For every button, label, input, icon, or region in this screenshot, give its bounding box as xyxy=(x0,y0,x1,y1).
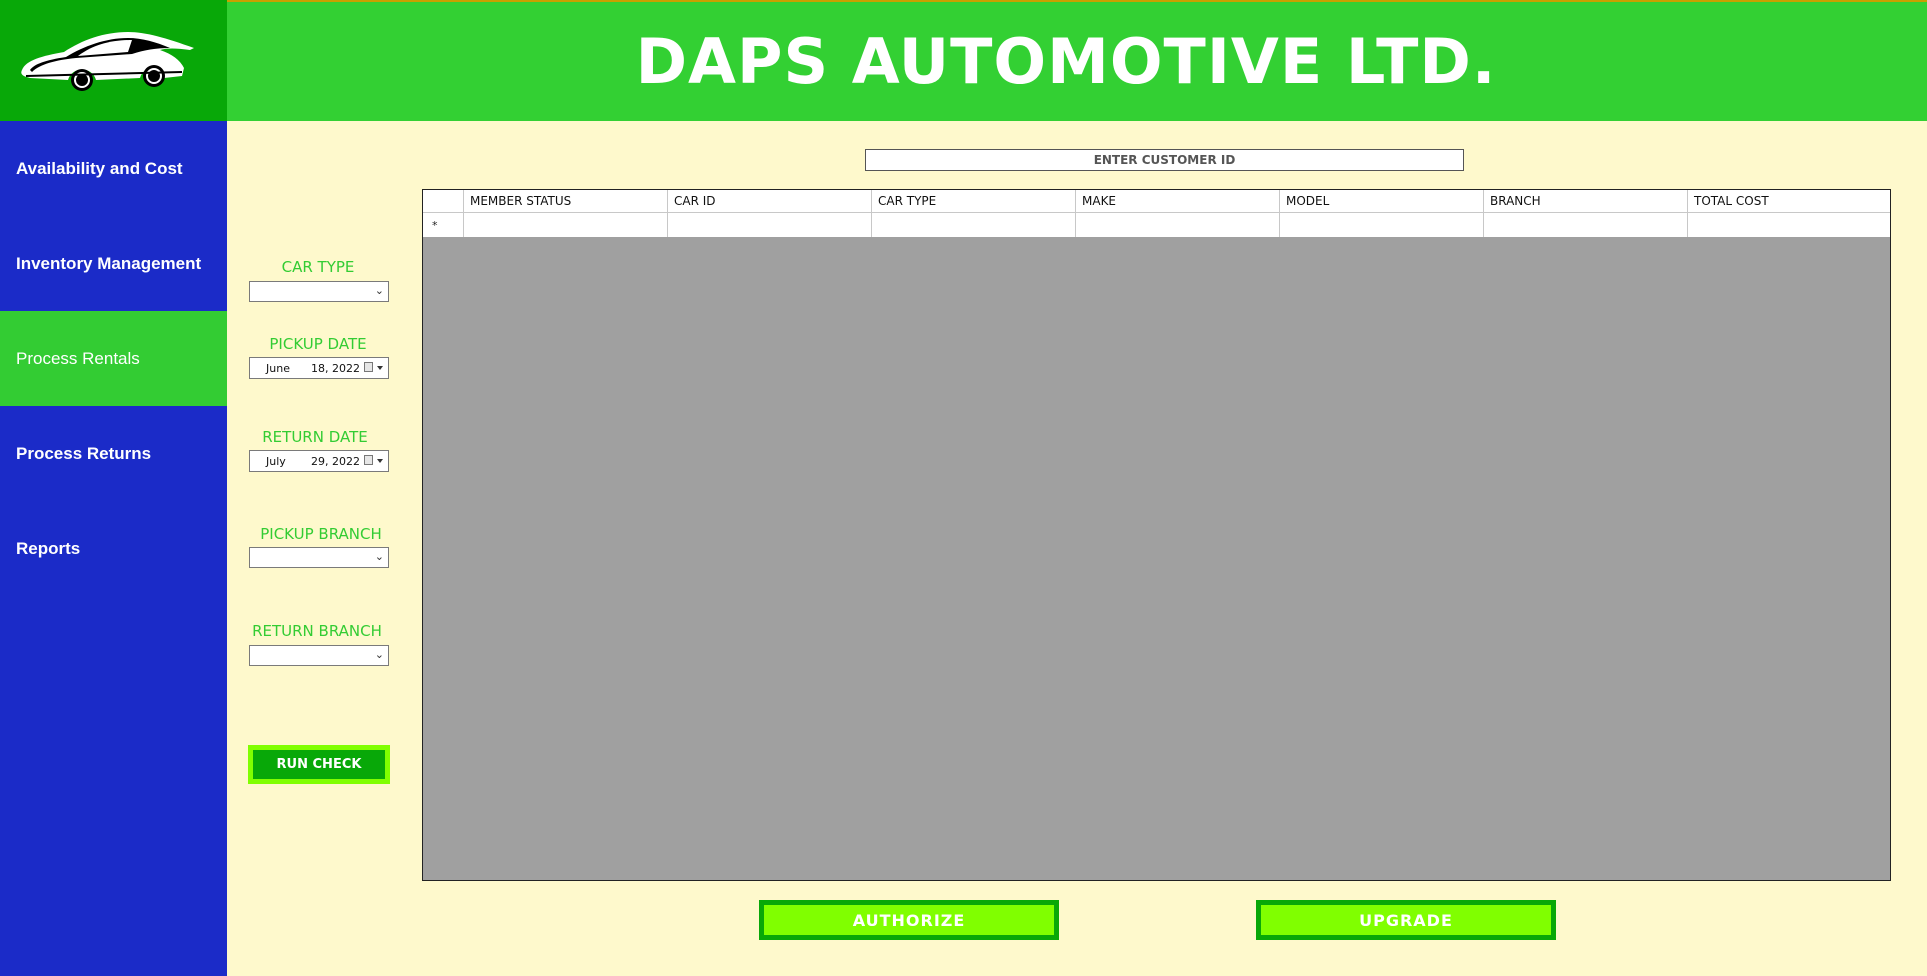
car-type-select[interactable]: ⌄ xyxy=(249,281,389,302)
sidebar-item-reports[interactable]: Reports xyxy=(0,501,227,596)
sidebar-item-inventory-management[interactable]: Inventory Management xyxy=(0,216,227,311)
table-cell[interactable] xyxy=(464,213,668,237)
table-cell[interactable] xyxy=(872,213,1076,237)
run-check-button[interactable]: RUN CHECK xyxy=(248,745,390,784)
sports-car-icon xyxy=(21,32,194,91)
dropdown-arrow-icon[interactable] xyxy=(377,366,383,370)
authorize-button[interactable]: AUTHORIZE xyxy=(759,900,1059,940)
sidebar-item-process-returns[interactable]: Process Returns xyxy=(0,406,227,501)
logo xyxy=(0,0,227,121)
column-header-member-status[interactable]: MEMBER STATUS xyxy=(464,190,668,212)
upgrade-button[interactable]: UPGRADE xyxy=(1256,900,1556,940)
pickup-date-day-year: 18, 2022 xyxy=(311,362,360,375)
table-cell[interactable] xyxy=(1688,213,1890,237)
table-cell[interactable] xyxy=(1484,213,1688,237)
sidebar-item-availability-and-cost[interactable]: Availability and Cost xyxy=(0,121,227,216)
sidebar-item-label: Reports xyxy=(16,538,81,558)
page-title: DAPS AUTOMOTIVE LTD. xyxy=(635,25,1497,98)
calendar-icon[interactable] xyxy=(364,455,373,465)
return-branch-select[interactable]: ⌄ xyxy=(249,645,389,666)
sidebar-item-label: Process Rentals xyxy=(16,348,140,368)
column-header-total-cost[interactable]: TOTAL COST xyxy=(1688,190,1890,212)
sidebar: Availability and Cost Inventory Manageme… xyxy=(0,121,227,976)
grid-header-row: MEMBER STATUS CAR ID CAR TYPE MAKE MODEL… xyxy=(423,190,1890,213)
return-date-picker[interactable]: July 29, 2022 xyxy=(249,450,389,472)
row-header[interactable]: * xyxy=(423,213,464,237)
table-cell[interactable] xyxy=(668,213,872,237)
customer-id-input[interactable] xyxy=(865,149,1464,171)
return-branch-label: RETURN BRANCH xyxy=(252,622,382,640)
rental-results-grid[interactable]: MEMBER STATUS CAR ID CAR TYPE MAKE MODEL… xyxy=(422,189,1891,881)
calendar-icon[interactable] xyxy=(364,362,373,372)
chevron-down-icon: ⌄ xyxy=(374,648,384,661)
sidebar-item-label: Availability and Cost xyxy=(16,158,183,178)
return-date-day-year: 29, 2022 xyxy=(311,455,360,468)
chevron-down-icon: ⌄ xyxy=(374,284,384,297)
pickup-date-month: June xyxy=(266,362,290,375)
table-row-new[interactable]: * xyxy=(423,213,1890,238)
dropdown-arrow-icon[interactable] xyxy=(377,459,383,463)
column-header-car-type[interactable]: CAR TYPE xyxy=(872,190,1076,212)
column-header-make[interactable]: MAKE xyxy=(1076,190,1280,212)
sidebar-item-process-rentals[interactable]: Process Rentals xyxy=(0,311,227,406)
column-header-branch[interactable]: BRANCH xyxy=(1484,190,1688,212)
sidebar-item-label: Inventory Management xyxy=(16,253,202,273)
new-row-marker: * xyxy=(432,219,438,232)
column-header-model[interactable]: MODEL xyxy=(1280,190,1484,212)
table-cell[interactable] xyxy=(1076,213,1280,237)
car-type-label: CAR TYPE xyxy=(281,258,355,276)
pickup-date-label: PICKUP DATE xyxy=(269,335,367,353)
return-date-month: July xyxy=(266,455,286,468)
sidebar-item-label: Process Returns xyxy=(16,443,152,463)
grid-corner-cell[interactable] xyxy=(423,190,464,212)
pickup-branch-select[interactable]: ⌄ xyxy=(249,547,389,568)
pickup-branch-label: PICKUP BRANCH xyxy=(260,525,382,543)
table-cell[interactable] xyxy=(1280,213,1484,237)
header-banner: DAPS AUTOMOTIVE LTD. xyxy=(227,0,1927,121)
column-header-car-id[interactable]: CAR ID xyxy=(668,190,872,212)
pickup-date-picker[interactable]: June 18, 2022 xyxy=(249,357,389,379)
return-date-label: RETURN DATE xyxy=(262,428,368,446)
chevron-down-icon: ⌄ xyxy=(374,550,384,563)
